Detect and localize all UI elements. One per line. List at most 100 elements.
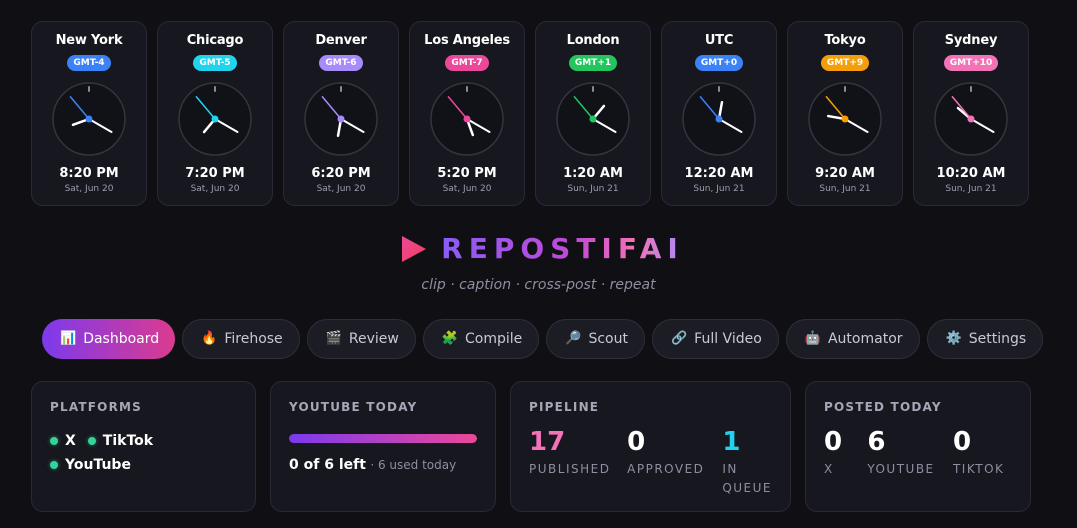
clock-center bbox=[715, 115, 723, 123]
clock-card: Sydney GMT+10 10:20 AM Sun, Jun 21 bbox=[913, 21, 1029, 206]
clock-card: Chicago GMT-5 7:20 PM Sat, Jun 20 bbox=[157, 21, 273, 206]
analog-clock-icon bbox=[682, 82, 756, 156]
clock-center bbox=[337, 115, 345, 123]
clock-city: Sydney bbox=[944, 33, 998, 48]
tab-review[interactable]: 🎬 Review bbox=[306, 319, 416, 359]
tab-scout[interactable]: 🔎 Scout bbox=[546, 319, 645, 359]
clock-time: 9:20 AM bbox=[815, 166, 875, 181]
stat-value: 1 bbox=[722, 427, 741, 457]
clock-time: 8:20 PM bbox=[59, 166, 119, 181]
magnifier-icon: 🔎 bbox=[565, 331, 582, 346]
clapperboard-icon: 🎬 bbox=[325, 331, 342, 346]
quota-progress-bar bbox=[289, 434, 477, 443]
stat-value: 6 bbox=[867, 427, 886, 457]
posted-today-card: POSTED TODAY 0 X 6 YOUTUBE 0 TIKTOK bbox=[805, 381, 1031, 512]
tab-full-video[interactable]: 🔗 Full Video bbox=[651, 319, 779, 359]
tab-settings[interactable]: ⚙️ Settings bbox=[926, 319, 1044, 359]
robot-icon: 🤖 bbox=[804, 331, 821, 346]
main-nav: 📊 Dashboard 🔥 Firehose 🎬 Review 🧩 Compil… bbox=[42, 319, 1044, 359]
stat-label: TIKTOK bbox=[952, 462, 1005, 476]
card-title: PIPELINE bbox=[529, 400, 600, 414]
tab-label: Automator bbox=[827, 331, 903, 347]
puzzle-icon: 🧩 bbox=[441, 331, 459, 346]
timezone-badge: GMT-4 bbox=[67, 55, 111, 71]
status-dot-icon bbox=[50, 437, 58, 445]
stat-value: 0 bbox=[627, 427, 646, 457]
stat-value: 17 bbox=[529, 427, 566, 457]
stat-published: 17 PUBLISHED bbox=[529, 427, 627, 498]
tab-label: Full Video bbox=[694, 331, 762, 347]
tab-label: Dashboard bbox=[83, 331, 160, 347]
tab-dashboard[interactable]: 📊 Dashboard bbox=[42, 319, 176, 359]
clock-center bbox=[841, 115, 849, 123]
clock-center bbox=[85, 115, 93, 123]
brand-header: REPOSTIFAI bbox=[0, 232, 1077, 265]
pipeline-stats: 17 PUBLISHED 0 APPROVED 1 IN QUEUE bbox=[529, 427, 772, 498]
stat-label: PUBLISHED bbox=[529, 462, 611, 476]
clock-city: London bbox=[566, 33, 620, 48]
platform-tiktok: TikTok bbox=[87, 433, 154, 449]
card-title: POSTED TODAY bbox=[824, 400, 942, 414]
clock-card: Los Angeles GMT-7 5:20 PM Sat, Jun 20 bbox=[409, 21, 525, 206]
quota-text: 0 of 6 left · 6 used today bbox=[289, 457, 477, 473]
analog-clock-icon bbox=[934, 82, 1008, 156]
timezone-badge: GMT+10 bbox=[943, 55, 999, 71]
tab-label: Scout bbox=[588, 331, 628, 347]
clock-date: Sun, Jun 21 bbox=[693, 184, 745, 194]
timezone-badge: GMT+1 bbox=[568, 55, 618, 71]
timezone-badge: GMT-7 bbox=[445, 55, 489, 71]
card-title: PLATFORMS bbox=[50, 400, 143, 414]
timezone-badge: GMT+9 bbox=[820, 55, 870, 71]
clock-time: 7:20 PM bbox=[185, 166, 245, 181]
timezone-badge: GMT+0 bbox=[694, 55, 744, 71]
stat-posted-x: 0 X bbox=[824, 427, 867, 479]
clock-date: Sun, Jun 21 bbox=[819, 184, 871, 194]
clock-date: Sat, Jun 20 bbox=[316, 184, 366, 194]
tab-label: Firehose bbox=[224, 331, 283, 347]
platform-label: X bbox=[65, 433, 76, 449]
platform-label: YouTube bbox=[65, 457, 131, 473]
stat-label: YOUTUBE bbox=[867, 462, 935, 476]
timezone-badge: GMT-5 bbox=[193, 55, 237, 71]
clock-center bbox=[967, 115, 975, 123]
clock-time: 6:20 PM bbox=[311, 166, 371, 181]
clock-card: UTC GMT+0 12:20 AM Sun, Jun 21 bbox=[661, 21, 777, 206]
analog-clock-icon bbox=[178, 82, 252, 156]
clock-date: Sat, Jun 20 bbox=[442, 184, 492, 194]
stat-posted-tiktok: 0 TIKTOK bbox=[953, 427, 1012, 479]
platforms-card: PLATFORMS X TikTok YouTube bbox=[31, 381, 256, 512]
clock-city: Denver bbox=[315, 33, 367, 48]
clock-time: 10:20 AM bbox=[936, 166, 1006, 181]
stat-approved: 0 APPROVED bbox=[627, 427, 722, 498]
stat-value: 0 bbox=[824, 427, 843, 457]
world-clocks: New York GMT-4 8:20 PM Sat, Jun 20 Chica… bbox=[31, 21, 1029, 206]
clock-card: Denver GMT-6 6:20 PM Sat, Jun 20 bbox=[283, 21, 399, 206]
quota-left: 0 of 6 left bbox=[289, 457, 366, 473]
platform-x: X bbox=[50, 433, 76, 449]
analog-clock-icon bbox=[304, 82, 378, 156]
tab-firehose[interactable]: 🔥 Firehose bbox=[182, 319, 300, 359]
analog-clock-icon bbox=[556, 82, 630, 156]
platform-list: X TikTok YouTube bbox=[50, 433, 170, 473]
chart-icon: 📊 bbox=[60, 331, 77, 346]
analog-clock-icon bbox=[52, 82, 126, 156]
clock-center bbox=[589, 115, 597, 123]
clock-time: 12:20 AM bbox=[684, 166, 754, 181]
clock-city: Tokyo bbox=[824, 33, 866, 48]
clock-city: Los Angeles bbox=[424, 33, 510, 48]
platform-label: TikTok bbox=[102, 433, 154, 449]
clock-city: UTC bbox=[704, 33, 734, 48]
clock-date: Sat, Jun 20 bbox=[64, 184, 114, 194]
card-title: YOUTUBE TODAY bbox=[289, 400, 418, 414]
clock-date: Sun, Jun 21 bbox=[945, 184, 997, 194]
tab-compile[interactable]: 🧩 Compile bbox=[422, 319, 540, 359]
status-dot-icon bbox=[87, 437, 96, 445]
status-dot-icon bbox=[50, 461, 58, 469]
tab-automator[interactable]: 🤖 Automator bbox=[785, 319, 920, 359]
clock-city: New York bbox=[55, 33, 123, 48]
tab-label: Review bbox=[348, 331, 399, 347]
pipeline-card: PIPELINE 17 PUBLISHED 0 APPROVED 1 IN QU… bbox=[510, 381, 791, 512]
clock-card: Tokyo GMT+9 9:20 AM Sun, Jun 21 bbox=[787, 21, 903, 206]
clock-center bbox=[211, 115, 219, 123]
stat-label: APPROVED bbox=[627, 462, 705, 476]
